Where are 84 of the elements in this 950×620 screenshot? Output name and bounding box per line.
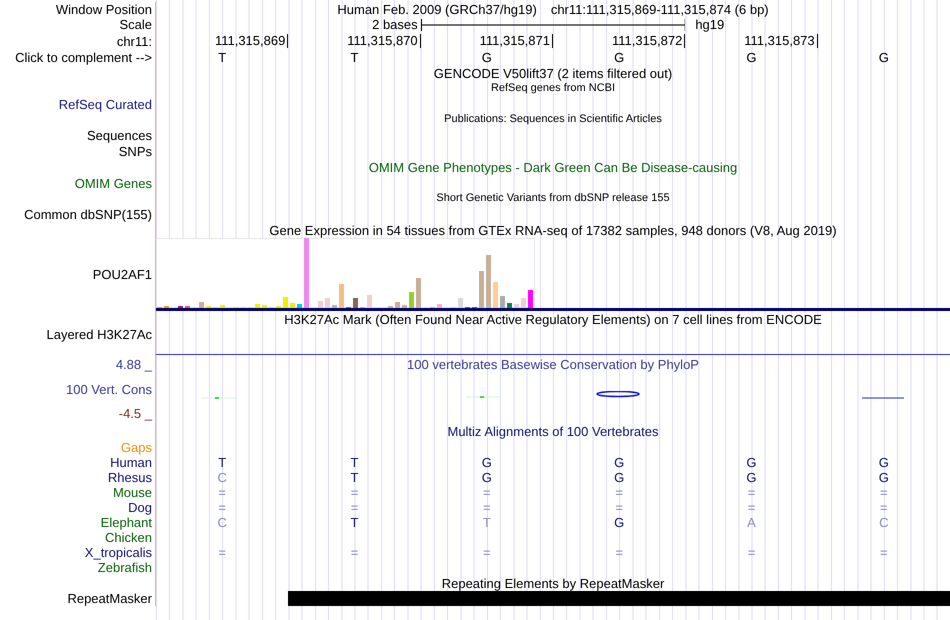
aligned-base: =: [748, 545, 756, 560]
track-label[interactable]: Click to complement -->: [15, 50, 152, 65]
track-title: RefSeq genes from NCBI: [490, 82, 616, 94]
aligned-base: =: [483, 485, 491, 500]
aligned-base: G: [482, 470, 492, 485]
track-label[interactable]: RepeatMasker: [67, 591, 152, 606]
aligned-base: =: [748, 485, 756, 500]
track-label[interactable]: Mouse: [112, 485, 152, 500]
assembly-label: hg19: [694, 17, 726, 32]
track-label[interactable]: Elephant: [100, 515, 152, 530]
aligned-base: A: [747, 515, 756, 530]
aligned-base: =: [615, 500, 623, 515]
base-letter: G: [878, 50, 889, 65]
aligned-base: =: [615, 485, 623, 500]
track-label[interactable]: RefSeq Curated: [58, 96, 152, 112]
track-label[interactable]: Window Position: [56, 2, 152, 17]
aligned-base: T: [350, 515, 358, 530]
aligned-base: =: [350, 485, 358, 500]
aligned-base: =: [350, 545, 358, 560]
assembly-title: Human Feb. 2009 (GRCh37/hg19): [337, 2, 537, 17]
aligned-base: G: [878, 455, 889, 470]
track-label[interactable]: Scale: [119, 17, 152, 32]
aligned-base: G: [614, 470, 624, 485]
coordinate-label: 111,315,871: [480, 34, 553, 48]
track-label[interactable]: Chicken: [105, 530, 152, 545]
aligned-base: G: [614, 515, 624, 530]
track-label[interactable]: SNPs: [118, 144, 152, 158]
aligned-base: C: [217, 515, 227, 530]
track-title: Gene Expression in 54 tissues from GTEx RNA-seq of 17382 samples, 948 donors (V8, Aug 2019): [269, 222, 837, 238]
track-title: H3K27Ac Mark (Often Found Near Active Regulatory Elements) on 7 cell lines from ENCODE: [284, 312, 822, 326]
track-label[interactable]: Layered H3K27Ac: [46, 327, 152, 342]
track-label[interactable]: OMIM Genes: [74, 176, 152, 190]
scale-span: 2 bases: [372, 17, 419, 32]
aligned-base: =: [218, 500, 226, 515]
aligned-base: G: [878, 470, 889, 485]
track-label[interactable]: Rhesus: [108, 470, 152, 485]
aligned-base: G: [746, 470, 757, 485]
track-label[interactable]: Human: [110, 455, 152, 470]
coordinate-label: 111,315,873: [744, 34, 818, 48]
base-letter: G: [614, 50, 624, 65]
track-title: Repeating Elements by RepeatMasker: [442, 576, 664, 590]
track-label[interactable]: -4.5 _: [118, 406, 152, 421]
aligned-base: =: [880, 545, 888, 560]
track-title: OMIM Gene Phenotypes - Dark Green Can Be Disease-causing: [368, 160, 738, 174]
aligned-base: =: [880, 500, 888, 515]
aligned-base: =: [748, 500, 756, 515]
track-label[interactable]: chr11:: [116, 34, 152, 48]
aligned-base: =: [615, 545, 623, 560]
aligned-base: T: [482, 515, 491, 530]
base-letter: G: [482, 50, 492, 65]
coordinate-label: 111,315,872: [612, 34, 686, 48]
base-letter: G: [746, 50, 757, 65]
aligned-base: G: [482, 455, 492, 470]
track-label[interactable]: Common dbSNP(155): [24, 206, 152, 222]
track-label[interactable]: X_tropicalis: [84, 545, 152, 560]
track-label[interactable]: Zebrafish: [98, 560, 152, 575]
track-label[interactable]: 4.88 _: [116, 357, 152, 372]
track-title: Multiz Alignments of 100 Vertebrates: [447, 424, 658, 438]
track-label[interactable]: 100 Vert. Cons: [66, 382, 152, 396]
aligned-base: T: [350, 470, 358, 485]
aligned-base: =: [880, 485, 888, 500]
aligned-base: =: [483, 545, 491, 560]
aligned-base: T: [218, 455, 226, 470]
aligned-base: G: [746, 455, 757, 470]
track-title: Short Genetic Variants from dbSNP release 155: [436, 192, 670, 204]
track-label[interactable]: POU2AF1: [92, 267, 152, 282]
aligned-base: =: [483, 500, 491, 515]
aligned-base: G: [614, 455, 624, 470]
track-title: Publications: Sequences in Scientific Articles: [444, 113, 662, 125]
coordinate-label: 111,315,869: [214, 34, 288, 48]
aligned-base: T: [350, 455, 358, 470]
aligned-base: C: [879, 515, 889, 530]
base-letter: T: [350, 50, 358, 65]
aligned-base: =: [218, 545, 226, 560]
base-letter: T: [218, 50, 226, 65]
track-title: 100 vertebrates Basewise Conservation by PhyloP: [407, 357, 699, 372]
aligned-base: =: [350, 500, 358, 515]
position-title: chr11:111,315,869-111,315,874 (6 bp): [550, 2, 769, 17]
track-title: GENCODE V50lift37 (2 items filtered out): [434, 66, 672, 80]
track-label[interactable]: Sequences: [86, 128, 152, 142]
coordinate-label: 111,315,870: [347, 34, 421, 48]
aligned-base: =: [218, 485, 226, 500]
aligned-base: C: [217, 470, 227, 485]
track-label[interactable]: Dog: [128, 500, 152, 515]
